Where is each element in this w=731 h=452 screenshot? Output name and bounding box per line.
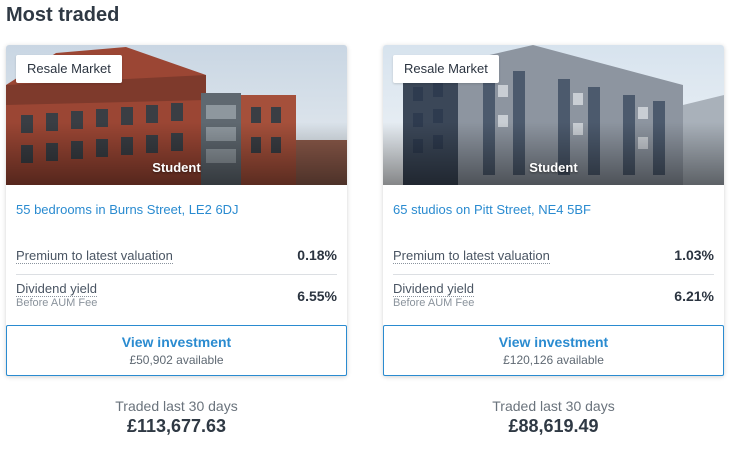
dividend-value: 6.55% [297, 288, 337, 304]
traded-value: £113,677.63 [126, 416, 227, 436]
dividend-label[interactable]: Dividend yield [16, 281, 97, 297]
dividend-value: 6.21% [674, 288, 714, 304]
property-photo[interactable]: Resale Market Student [6, 45, 347, 185]
property-photo[interactable]: Resale Market Student [383, 45, 724, 185]
view-investment-button[interactable]: View investment £120,126 available [383, 325, 724, 376]
market-tag: Resale Market [393, 55, 499, 83]
traded-value: £88,619.49 [508, 416, 599, 436]
available-amount: £120,126 available [503, 353, 604, 367]
premium-label[interactable]: Premium to latest valuation [16, 248, 173, 264]
dividend-row: Dividend yield Before AUM Fee 6.55% [16, 277, 337, 313]
dividend-sublabel: Before AUM Fee [393, 297, 475, 309]
traded-label: Traded last 30 days [492, 398, 615, 414]
dividend-sublabel: Before AUM Fee [16, 297, 98, 309]
premium-row: Premium to latest valuation 1.03% [393, 241, 714, 275]
property-title-link[interactable]: 65 studios on Pitt Street, NE4 5BF [393, 202, 591, 217]
dividend-label[interactable]: Dividend yield [393, 281, 474, 297]
view-investment-button[interactable]: View investment £50,902 available [6, 325, 347, 376]
property-type-label: Student [529, 160, 578, 175]
investment-card: Resale Market Student 55 bedrooms in Bur… [6, 45, 347, 376]
traded-summary: Traded last 30 days £88,619.49 [383, 398, 724, 437]
premium-label[interactable]: Premium to latest valuation [393, 248, 550, 264]
investment-card: Resale Market Student 65 studios on Pitt… [383, 45, 724, 376]
available-amount: £50,902 available [129, 353, 224, 367]
dividend-row: Dividend yield Before AUM Fee 6.21% [393, 277, 714, 313]
section-title: Most traded [6, 4, 120, 26]
view-investment-label: View investment [121, 334, 232, 350]
premium-value: 1.03% [674, 247, 714, 263]
market-tag: Resale Market [16, 55, 122, 83]
property-type-label: Student [152, 160, 201, 175]
traded-summary: Traded last 30 days £113,677.63 [6, 398, 347, 437]
premium-row: Premium to latest valuation 0.18% [16, 241, 337, 275]
traded-label: Traded last 30 days [115, 398, 238, 414]
property-title-link[interactable]: 55 bedrooms in Burns Street, LE2 6DJ [16, 202, 239, 217]
view-investment-label: View investment [498, 334, 609, 350]
premium-value: 0.18% [297, 247, 337, 263]
